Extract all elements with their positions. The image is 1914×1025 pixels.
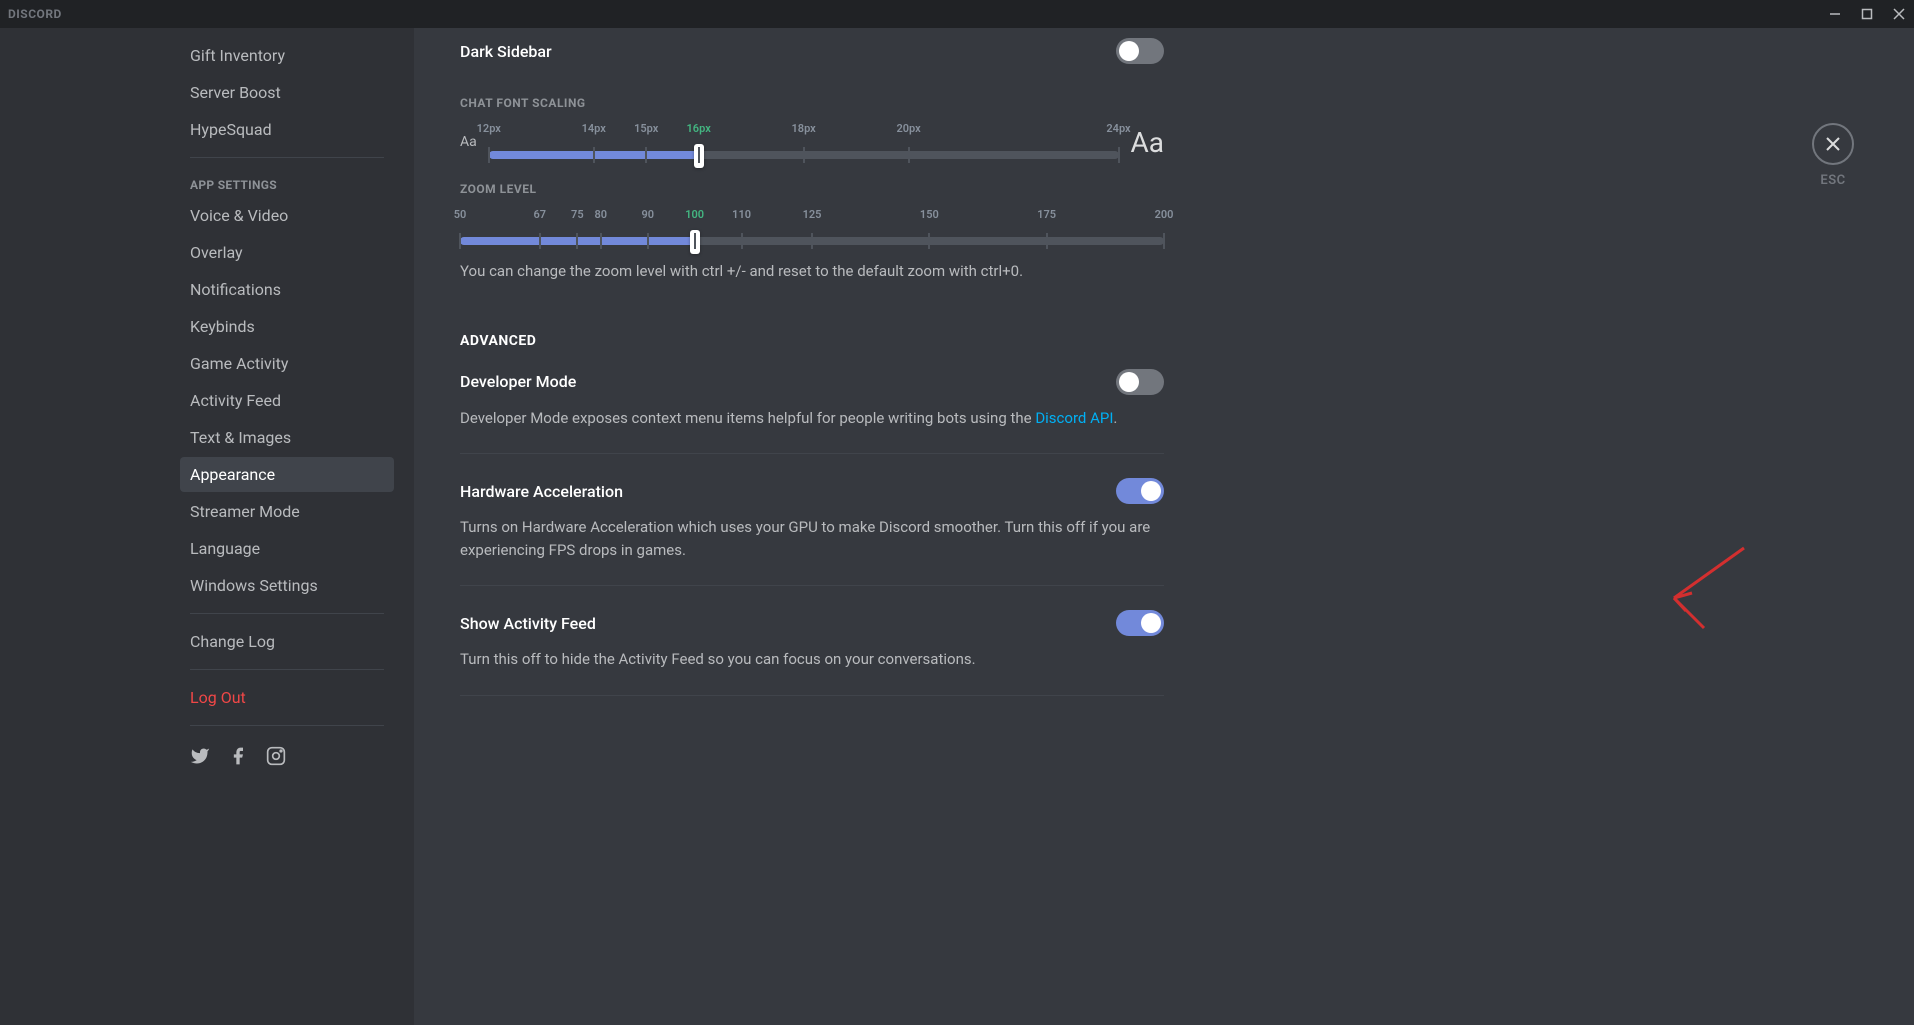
slider-tick-label: 14px (582, 122, 606, 135)
sidebar-item-server-boost[interactable]: Server Boost (180, 75, 394, 110)
slider-tick (928, 233, 930, 249)
sidebar-item-hypesquad[interactable]: HypeSquad (180, 112, 394, 147)
show-activity-feed-desc: Turn this off to hide the Activity Feed … (460, 648, 1164, 671)
zoom-desc: You can change the zoom level with ctrl … (460, 260, 1164, 283)
slider-tick (600, 233, 602, 249)
sidebar-item-voice-video[interactable]: Voice & Video (180, 198, 394, 233)
slider-tick-label: 16px (687, 122, 711, 135)
toggle-show-activity-feed[interactable] (1116, 610, 1164, 636)
slider-tick-label: 125 (803, 208, 822, 221)
slider-tick (803, 147, 805, 163)
developer-mode-desc: Developer Mode exposes context menu item… (460, 407, 1164, 430)
sidebar-item-gift-inventory[interactable]: Gift Inventory (180, 38, 394, 73)
header-chat-font-scaling: CHAT FONT SCALING (460, 96, 1164, 110)
divider (190, 157, 384, 158)
app-title: DISCORD (8, 7, 62, 21)
sidebar-item-language[interactable]: Language (180, 531, 394, 566)
slider-tick-label: 20px (896, 122, 920, 135)
sidebar-item-appearance[interactable]: Appearance (180, 457, 394, 492)
slider-tick (459, 233, 461, 249)
slider-tick-label: 90 (641, 208, 654, 221)
slider-tick (576, 233, 578, 249)
toggle-developer-mode[interactable] (1116, 369, 1164, 395)
sidebar-item-activity-feed[interactable]: Activity Feed (180, 383, 394, 418)
header-zoom-level: ZOOM LEVEL (460, 182, 1164, 196)
divider (190, 725, 384, 726)
maximize-icon[interactable] (1860, 7, 1874, 21)
sidebar-item-logout[interactable]: Log Out (180, 680, 394, 715)
settings-content: ESC Dark Sidebar CHAT FONT SCALING Aa 12… (414, 28, 1914, 1025)
slider-tick (1118, 147, 1120, 163)
twitter-icon[interactable] (190, 746, 210, 766)
close-area: ESC (1812, 123, 1854, 188)
slider-tick-label: 150 (920, 208, 939, 221)
slider-tick-label: 75 (571, 208, 584, 221)
slider-tick-label: 80 (595, 208, 608, 221)
slider-tick (593, 147, 595, 163)
slider-tick-label: 175 (1037, 208, 1056, 221)
slider-tick (645, 147, 647, 163)
slider-tick-label: 12px (477, 122, 501, 135)
font-scale-large-label: Aa (1131, 126, 1165, 159)
toggle-dark-sidebar[interactable] (1116, 38, 1164, 64)
facebook-icon[interactable] (228, 746, 248, 766)
slider-tick-label: 15px (634, 122, 658, 135)
slider-tick (908, 147, 910, 163)
slider-tick-label: 18px (792, 122, 816, 135)
slider-tick-label: 110 (732, 208, 751, 221)
slider-tick (698, 147, 700, 163)
slider-tick-label: 67 (533, 208, 546, 221)
slider-tick-label: 200 (1155, 208, 1174, 221)
sidebar-item-notifications[interactable]: Notifications (180, 272, 394, 307)
sidebar-item-text-images[interactable]: Text & Images (180, 420, 394, 455)
sidebar-item-keybinds[interactable]: Keybinds (180, 309, 394, 344)
slider-tick (1163, 233, 1165, 249)
slider-tick (741, 233, 743, 249)
dev-mode-desc-after: . (1113, 409, 1117, 427)
slider-tick (694, 233, 696, 249)
discord-api-link[interactable]: Discord API (1035, 409, 1113, 427)
setting-dark-sidebar-title: Dark Sidebar (460, 42, 552, 61)
slider-tick-label: 100 (685, 208, 704, 221)
annotation-arrow (1664, 543, 1754, 633)
hardware-acceleration-desc: Turns on Hardware Acceleration which use… (460, 516, 1164, 561)
slider-tick (811, 233, 813, 249)
slider-tick (647, 233, 649, 249)
divider (190, 613, 384, 614)
slider-chat-font[interactable]: 12px14px15px16px18px20px24px (489, 122, 1119, 162)
slider-tick (1046, 233, 1048, 249)
slider-tick (539, 233, 541, 249)
sidebar-item-windows-settings[interactable]: Windows Settings (180, 568, 394, 603)
window-controls (1828, 7, 1906, 21)
header-advanced: ADVANCED (460, 333, 1164, 349)
instagram-icon[interactable] (266, 746, 286, 766)
sidebar-item-game-activity[interactable]: Game Activity (180, 346, 394, 381)
slider-tick-label: 24px (1106, 122, 1130, 135)
divider (190, 669, 384, 670)
dev-mode-desc-before: Developer Mode exposes context menu item… (460, 409, 1035, 427)
slider-tick (488, 147, 490, 163)
social-icons (180, 736, 394, 776)
sidebar-item-streamer-mode[interactable]: Streamer Mode (180, 494, 394, 529)
font-scale-small-label: Aa (460, 134, 477, 150)
slider-zoom[interactable]: 5067758090100110125150175200 (460, 208, 1164, 248)
close-label: ESC (1812, 173, 1854, 188)
setting-developer-mode-title: Developer Mode (460, 372, 576, 391)
minimize-icon[interactable] (1828, 7, 1842, 21)
setting-hardware-acceleration-title: Hardware Acceleration (460, 482, 623, 501)
toggle-hardware-acceleration[interactable] (1116, 478, 1164, 504)
settings-sidebar: Gift Inventory Server Boost HypeSquad AP… (0, 28, 414, 1025)
setting-show-activity-feed-title: Show Activity Feed (460, 614, 596, 633)
close-icon[interactable] (1892, 7, 1906, 21)
sidebar-item-change-log[interactable]: Change Log (180, 624, 394, 659)
close-settings-button[interactable] (1812, 123, 1854, 165)
slider-tick-label: 50 (454, 208, 467, 221)
sidebar-header-app-settings: APP SETTINGS (180, 168, 394, 198)
titlebar: DISCORD (0, 0, 1914, 28)
sidebar-item-overlay[interactable]: Overlay (180, 235, 394, 270)
